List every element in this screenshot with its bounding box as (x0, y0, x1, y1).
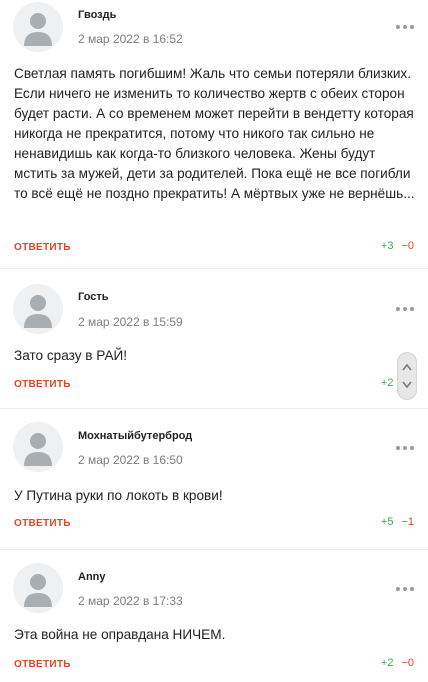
reply-button[interactable]: ОТВЕТИТЬ (14, 379, 71, 390)
dislike-button[interactable]: −0 (401, 240, 414, 252)
like-button[interactable]: +5 (381, 516, 394, 528)
reply-button[interactable]: ОТВЕТИТЬ (14, 518, 71, 529)
reply-button[interactable]: ОТВЕТИТЬ (14, 659, 71, 670)
reply-button[interactable]: ОТВЕТИТЬ (14, 242, 71, 253)
comment: Гвоздь 2 мар 2022 в 16:52 Светлая память… (0, 0, 428, 269)
comment-date: 2 мар 2022 в 16:52 (78, 32, 183, 46)
comment: Мохнатыйбутерброд 2 мар 2022 в 16:50 У П… (0, 409, 428, 550)
scroll-handle-icon[interactable] (397, 352, 417, 400)
avatar-icon[interactable] (13, 422, 63, 472)
comment: Гость 2 мар 2022 в 15:59 Зато сразу в РА… (0, 269, 428, 409)
comment-author[interactable]: Гость (78, 291, 109, 303)
comment-text: У Путина руки по локоть в крови! (14, 488, 223, 503)
like-button[interactable]: +2 (381, 657, 394, 669)
vote-counter: +2 −0 (381, 657, 414, 669)
more-dots-icon[interactable] (396, 24, 414, 30)
dislike-button[interactable]: −0 (401, 657, 414, 669)
more-dots-icon[interactable] (396, 306, 414, 312)
scroll-arrows-icon (402, 363, 412, 389)
comment: Anny 2 мар 2022 в 17:33 Эта война не опр… (0, 550, 428, 682)
avatar-icon[interactable] (13, 2, 63, 52)
vote-counter: +5 −1 (381, 516, 414, 528)
avatar-icon[interactable] (13, 563, 63, 613)
avatar-icon[interactable] (13, 284, 63, 334)
comment-date: 2 мар 2022 в 17:33 (78, 594, 183, 608)
comment-date: 2 мар 2022 в 15:59 (78, 315, 183, 329)
dislike-button[interactable]: −1 (401, 516, 414, 528)
comment-author[interactable]: Гвоздь (78, 9, 116, 21)
comment-text: Светлая память погибшим! Жаль что семьи … (14, 66, 415, 201)
comment-text: Эта война не оправдана НИЧЕМ. (14, 627, 226, 642)
comment-date: 2 мар 2022 в 16:50 (78, 453, 183, 467)
more-dots-icon[interactable] (396, 586, 414, 592)
comment-text: Зато сразу в РАЙ! (14, 348, 128, 363)
like-button[interactable]: +3 (381, 240, 394, 252)
comment-author[interactable]: Anny (78, 571, 106, 583)
more-dots-icon[interactable] (396, 445, 414, 451)
vote-counter: +3 −0 (381, 240, 414, 252)
like-button[interactable]: +2 (381, 377, 394, 389)
comment-author[interactable]: Мохнатыйбутерброд (78, 430, 192, 442)
